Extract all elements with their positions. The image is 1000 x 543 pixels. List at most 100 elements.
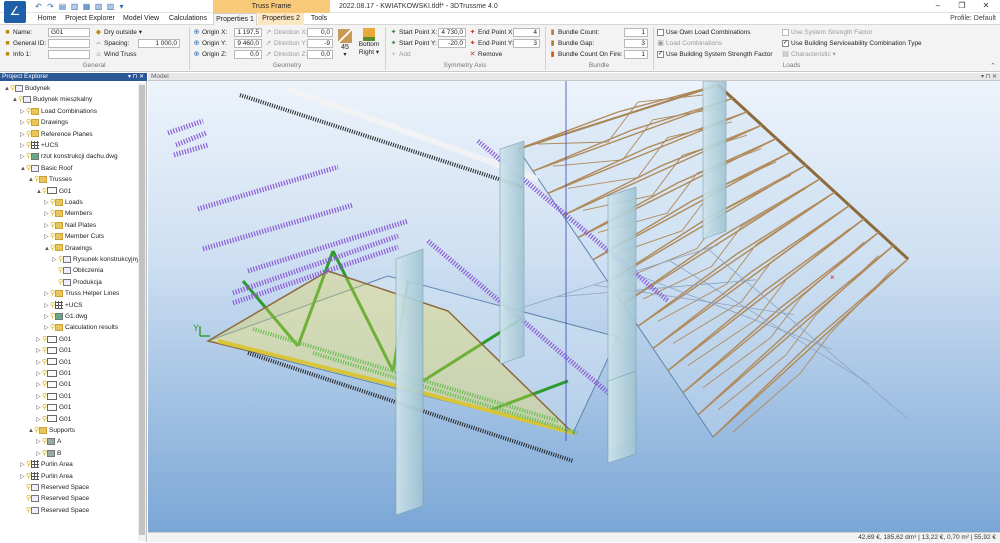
tree-item[interactable]: ⚲ Reserved Space xyxy=(20,505,89,516)
pin-icon[interactable]: ▾ ⊓ ✕ xyxy=(128,73,144,81)
tree-item[interactable]: ▲⚲ G01 xyxy=(36,186,71,197)
redo-icon[interactable]: ↷ xyxy=(46,2,55,11)
start-point-x-input[interactable]: 4 730,0 xyxy=(438,28,466,37)
tree-item[interactable]: ⚲ Reserved Space xyxy=(20,482,89,493)
tree-item[interactable]: ▷⚲ G01 xyxy=(36,379,71,390)
maximize-button[interactable]: ❐ xyxy=(950,0,974,13)
tree-item[interactable]: ▷⚲ B xyxy=(36,448,61,459)
truss-icon xyxy=(47,381,57,389)
open-file-icon[interactable]: ▥ xyxy=(70,2,79,11)
print-icon[interactable]: ▨ xyxy=(106,2,115,11)
origin-y-input[interactable]: 9 460,0 xyxy=(234,39,262,48)
tab-calculations[interactable]: Calculations xyxy=(164,13,212,25)
tree-item[interactable]: ▷⚲ Member Cuts xyxy=(44,231,104,242)
explorer-scrollbar[interactable] xyxy=(138,83,146,541)
general-id-input[interactable] xyxy=(48,39,90,48)
characteristic-dropdown[interactable]: ▤ Characteristic ▾ xyxy=(782,50,836,59)
load-combinations-button[interactable]: ▣ Load Combinations xyxy=(657,39,722,48)
tree-item-label: Budynek xyxy=(25,85,51,92)
tree-item[interactable]: ▷⚲ G01 xyxy=(36,402,71,413)
origin-z-label: ⊕ Origin Z: xyxy=(193,50,227,58)
tab-properties-1[interactable]: Properties 1 xyxy=(213,13,257,25)
tree-item[interactable]: ▷⚲ G01 xyxy=(36,345,71,356)
tree-item[interactable]: ▷⚲ A xyxy=(36,436,61,447)
building-strength-factor-checkbox[interactable]: ✓ Use Building System Strength Factor xyxy=(657,50,773,59)
new-file-icon[interactable]: ▤ xyxy=(58,2,67,11)
tree-item[interactable]: ▷⚲ Purlin Area xyxy=(20,471,73,482)
tree-item[interactable]: ▲⚲ Budynek xyxy=(4,83,50,94)
tab-properties-2[interactable]: Properties 2 xyxy=(258,13,304,25)
tree-item[interactable]: ▷⚲ Calculation results xyxy=(44,322,118,333)
tab-model-view[interactable]: Model View xyxy=(118,13,164,25)
pin-icon[interactable]: ▾ ⊓ ✕ xyxy=(981,73,997,81)
close-button[interactable]: ✕ xyxy=(974,0,998,13)
folder-icon xyxy=(55,210,63,218)
tree-item[interactable]: ▷⚲ G01 xyxy=(36,334,71,345)
tree-item[interactable]: ▷⚲ G1.dwg xyxy=(44,311,87,322)
profile-selector[interactable]: Profile: Default xyxy=(950,13,996,25)
own-load-combinations-checkbox[interactable]: Use Own Load Combinations xyxy=(657,28,751,37)
tree-item[interactable]: ▲⚲ Supports xyxy=(28,425,75,436)
add-axis-button[interactable]: + Add xyxy=(390,50,410,59)
bundle-count-input[interactable]: 1 xyxy=(624,28,648,37)
tree-item[interactable]: ▷⚲ Reference Planes xyxy=(20,129,93,140)
collapse-ribbon-icon[interactable]: ⌃ xyxy=(990,62,996,70)
direction-z-input[interactable]: 0,0 xyxy=(307,50,333,59)
tree-item[interactable]: ▲⚲ Basic Roof xyxy=(20,163,72,174)
direction-y-input[interactable]: -9 460,0 xyxy=(307,39,333,48)
tree-item[interactable]: ▷⚲ G01 xyxy=(36,357,71,368)
save-as-icon[interactable]: ▧ xyxy=(94,2,103,11)
tab-tools[interactable]: Tools xyxy=(305,13,333,25)
end-point-y-input[interactable]: 3 106,0 xyxy=(513,39,540,48)
tree-item[interactable]: ▷⚲ Members xyxy=(44,208,92,219)
system-strength-factor-checkbox[interactable]: Use System Strength Factor xyxy=(782,28,873,37)
tree-item[interactable]: ▷⚲ Purlin Area xyxy=(20,459,73,470)
start-point-y-input[interactable]: -20,0 xyxy=(438,39,466,48)
tree-item[interactable]: ⚲ Obliczenia xyxy=(52,265,103,276)
tree-item[interactable]: ▷⚲ G01 xyxy=(36,391,71,402)
tree-item[interactable]: ▷⚲ rzut konstrukcji dachu.dwg xyxy=(20,151,118,162)
tree-item[interactable]: ▷⚲ G01 xyxy=(36,368,71,379)
remove-axis-button[interactable]: ✕ Remove xyxy=(469,50,503,59)
minimize-button[interactable]: – xyxy=(926,0,950,13)
serviceability-combination-checkbox[interactable]: ✓ Use Building Serviceability Combination… xyxy=(782,39,922,48)
name-input[interactable]: G01 xyxy=(48,28,90,37)
tab-home[interactable]: Home xyxy=(32,13,62,25)
tree-item[interactable]: ▷⚲ Truss Helper Lines xyxy=(44,288,119,299)
tree-item[interactable]: ⚲ Produkcja xyxy=(52,277,102,288)
end-point-x-input[interactable]: 4 730,0 xyxy=(513,28,540,37)
app-menu-icon[interactable]: ∠ xyxy=(4,1,26,23)
spacing-input[interactable]: 1 000,0 xyxy=(138,39,180,48)
tree-item[interactable]: ▷⚲ +UCS xyxy=(20,140,59,151)
tab-project-explorer[interactable]: Project Explorer xyxy=(62,13,118,25)
wind-truss-toggle[interactable]: ⌂ Wind Truss xyxy=(95,50,136,59)
origin-z-input[interactable]: 0,0 xyxy=(234,50,262,59)
direction-x-input[interactable]: 0,0 xyxy=(307,28,333,37)
rotation-angle-dropdown[interactable]: 45 ▾ xyxy=(337,28,353,62)
tree-item[interactable]: ▷⚲ Nail Plates xyxy=(44,220,96,231)
undo-icon[interactable]: ↶ xyxy=(34,2,43,11)
model-view[interactable]: Model ▾ ⊓ ✕ Y × xyxy=(148,73,1000,532)
tree-item[interactable]: ▲⚲ Trusses xyxy=(28,174,72,185)
tree-item[interactable]: ▷⚲ +UCS xyxy=(44,300,83,311)
save-icon[interactable]: ▦ xyxy=(82,2,91,11)
context-tab-title: Truss Frame xyxy=(213,0,330,13)
bundle-fire-input[interactable]: 1 xyxy=(624,50,648,59)
tree-item[interactable]: ▲⚲ Budynek mieszkalny xyxy=(12,94,92,105)
info-input[interactable] xyxy=(48,50,90,59)
tree-item[interactable]: ▷⚲ G01 xyxy=(36,414,71,425)
scroll-thumb[interactable] xyxy=(139,85,145,535)
tree-item[interactable]: ▷⚲ Load Combinations xyxy=(20,106,97,117)
service-class-dropdown[interactable]: ◆ Dry outside ▾ xyxy=(95,28,142,37)
quick-access-dropdown-icon[interactable]: ▾ xyxy=(117,2,126,11)
bundle-gap-input[interactable]: 3 xyxy=(624,39,648,48)
tree-item[interactable]: ▷⚲ Drawings xyxy=(20,117,68,128)
tree-item[interactable]: ▲⚲ Drawings xyxy=(44,243,92,254)
alignment-dropdown[interactable]: Bottom Right ▾ xyxy=(356,28,382,62)
3d-model-canvas[interactable]: Y × xyxy=(148,81,1000,532)
tree-item[interactable]: ▷⚲ Rysunek konstrukcyjny xyxy=(52,254,139,265)
tree-item[interactable]: ▷⚲ Loads xyxy=(44,197,83,208)
grid-icon xyxy=(55,300,63,309)
tree-item[interactable]: ⚲ Reserved Space xyxy=(20,493,89,504)
origin-x-input[interactable]: 1 197,5 xyxy=(234,28,262,37)
